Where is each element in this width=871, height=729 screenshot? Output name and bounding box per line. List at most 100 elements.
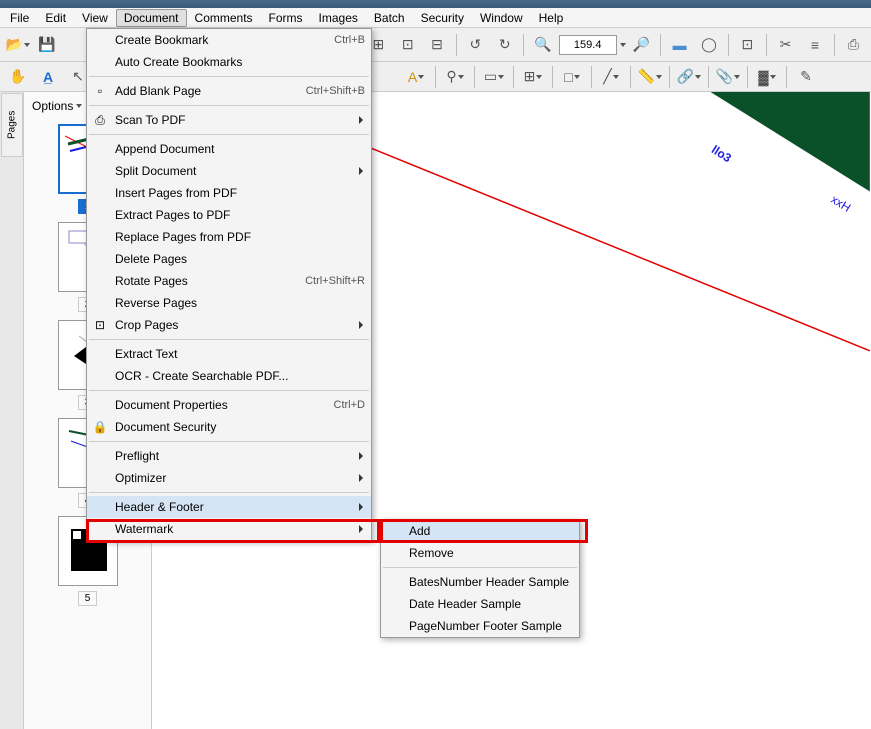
menu-item-label: Extract Pages to PDF (115, 208, 365, 222)
document-menu-item-13[interactable]: Rotate Pages Ctrl+Shift+R (87, 270, 371, 292)
ruler-icon: 📏 (638, 68, 655, 85)
link-button[interactable]: 🔗 (675, 63, 703, 91)
hf-submenu-item-4[interactable]: Date Header Sample (381, 593, 579, 615)
document-menu-item-10[interactable]: Extract Pages to PDF (87, 204, 371, 226)
menu-item-label: Replace Pages from PDF (115, 230, 365, 244)
document-menu-item-11[interactable]: Replace Pages from PDF (87, 226, 371, 248)
highlight-button[interactable]: ▭ (480, 63, 508, 91)
rotate-cw-button[interactable]: ↻ (491, 31, 518, 59)
attach-icon: 📎 (716, 68, 733, 85)
menu-item-label: Remove (409, 546, 573, 560)
document-menu-item-23[interactable]: Preflight (87, 445, 371, 467)
menu-item-label: Scan To PDF (115, 113, 365, 127)
document-menu-item-8[interactable]: Split Document (87, 160, 371, 182)
document-menu-item-26[interactable]: Header & Footer (87, 496, 371, 518)
menu-item-label: Split Document (115, 164, 365, 178)
document-menu-item-27[interactable]: Watermark (87, 518, 371, 540)
document-menu-item-17[interactable]: Extract Text (87, 343, 371, 365)
zoom-in-icon: 🔎 (633, 36, 650, 53)
menu-help[interactable]: Help (531, 9, 572, 27)
typewriter-button[interactable]: A (402, 63, 430, 91)
save-icon: 💾 (38, 36, 55, 53)
open-button[interactable]: 📂 (4, 31, 31, 59)
document-menu-item-14[interactable]: Reverse Pages (87, 292, 371, 314)
crop-tool-button[interactable]: ✂ (772, 31, 799, 59)
document-menu-item-18[interactable]: OCR - Create Searchable PDF... (87, 365, 371, 387)
fit-page-button[interactable]: ⊡ (394, 31, 421, 59)
save-button[interactable]: 💾 (33, 31, 60, 59)
redact-button[interactable]: ▓ (753, 63, 781, 91)
sign-button[interactable]: ✎ (792, 63, 820, 91)
hand-tool-button[interactable]: ✋ (4, 63, 32, 91)
menu-file[interactable]: File (2, 9, 37, 27)
menu-forms[interactable]: Forms (261, 9, 311, 27)
cursor-icon: ↖ (72, 68, 84, 85)
crop-icon: ⊡ (91, 316, 109, 334)
menu-view[interactable]: View (74, 9, 116, 27)
stamp-button[interactable]: ▬ (666, 31, 693, 59)
submenu-arrow-icon (359, 503, 363, 511)
zoom-input[interactable] (559, 35, 617, 55)
scan-button[interactable]: ⎙ (840, 31, 867, 59)
fit-width-button[interactable]: ⊟ (423, 31, 450, 59)
menu-edit[interactable]: Edit (37, 9, 74, 27)
menu-item-label: Extract Text (115, 347, 365, 361)
document-menu-item-0[interactable]: Create BookmarkCtrl+B (87, 29, 371, 51)
text-select-button[interactable]: A̲ (34, 63, 62, 91)
hf-submenu-item-3[interactable]: BatesNumber Header Sample (381, 571, 579, 593)
sidebar-tab-pages[interactable]: Pages (1, 93, 23, 157)
rotate-cw-icon: ↻ (499, 36, 511, 53)
submenu-arrow-icon (359, 321, 363, 329)
hf-submenu-item-1[interactable]: Remove (381, 542, 579, 564)
highlight-icon: ▭ (484, 68, 497, 85)
menu-item-label: Preflight (115, 449, 365, 463)
area-icon: ⊞ (524, 68, 536, 85)
menu-item-shortcut: Ctrl+Shift+B (306, 85, 365, 97)
blank-page-icon: ▫ (91, 82, 109, 100)
document-menu-separator (89, 390, 369, 391)
menu-images[interactable]: Images (311, 9, 366, 27)
menu-item-label: Optimizer (115, 471, 365, 485)
menu-security[interactable]: Security (413, 9, 472, 27)
zoom-in-button[interactable]: 🔎 (628, 31, 655, 59)
menu-batch[interactable]: Batch (366, 9, 413, 27)
crop-icon: ✂ (780, 36, 792, 53)
zoom-out-button[interactable]: 🔍 (529, 31, 556, 59)
measure-button[interactable]: 📏 (636, 63, 664, 91)
menu-window[interactable]: Window (472, 9, 531, 27)
menu-item-label: Document Properties (115, 398, 304, 412)
menu-item-label: PageNumber Footer Sample (409, 619, 573, 633)
document-menu-item-24[interactable]: Optimizer (87, 467, 371, 489)
document-menu-separator (89, 134, 369, 135)
document-menu-item-21[interactable]: 🔒Document Security (87, 416, 371, 438)
document-menu-item-9[interactable]: Insert Pages from PDF (87, 182, 371, 204)
document-menu-item-5[interactable]: ⎙Scan To PDF (87, 109, 371, 131)
form-tool-button[interactable]: ≡ (801, 31, 828, 59)
document-menu-item-15[interactable]: ⊡Crop Pages (87, 314, 371, 336)
folder-icon: 📂 (5, 36, 22, 53)
document-menu-item-20[interactable]: Document PropertiesCtrl+D (87, 394, 371, 416)
area-button[interactable]: ⊞ (519, 63, 547, 91)
document-menu-item-3[interactable]: ▫Add Blank PageCtrl+Shift+B (87, 80, 371, 102)
document-menu-separator (89, 441, 369, 442)
document-menu-item-7[interactable]: Append Document (87, 138, 371, 160)
submenu-arrow-icon (359, 474, 363, 482)
thumbnail-label: 5 (78, 591, 98, 606)
hf-submenu-item-0[interactable]: Add (381, 520, 579, 542)
submenu-arrow-icon (359, 167, 363, 175)
menu-item-label: Reverse Pages (115, 296, 365, 310)
loupe-button[interactable]: ◯ (695, 31, 722, 59)
attach-button[interactable]: 📎 (714, 63, 742, 91)
menu-item-label: Rotate Pages (115, 274, 275, 288)
hf-submenu-item-5[interactable]: PageNumber Footer Sample (381, 615, 579, 637)
document-menu-item-12[interactable]: Delete Pages (87, 248, 371, 270)
rotate-ccw-button[interactable]: ↺ (462, 31, 489, 59)
snapshot-button[interactable]: ⊡ (734, 31, 761, 59)
menu-comments[interactable]: Comments (187, 9, 261, 27)
line-button[interactable]: ╱ (597, 63, 625, 91)
menu-document[interactable]: Document (116, 9, 187, 27)
menu-item-shortcut: Ctrl+Shift+R (305, 275, 365, 287)
shape-button[interactable]: □ (558, 63, 586, 91)
stamp-tool-button[interactable]: ⚲ (441, 63, 469, 91)
document-menu-item-1[interactable]: Auto Create Bookmarks (87, 51, 371, 73)
